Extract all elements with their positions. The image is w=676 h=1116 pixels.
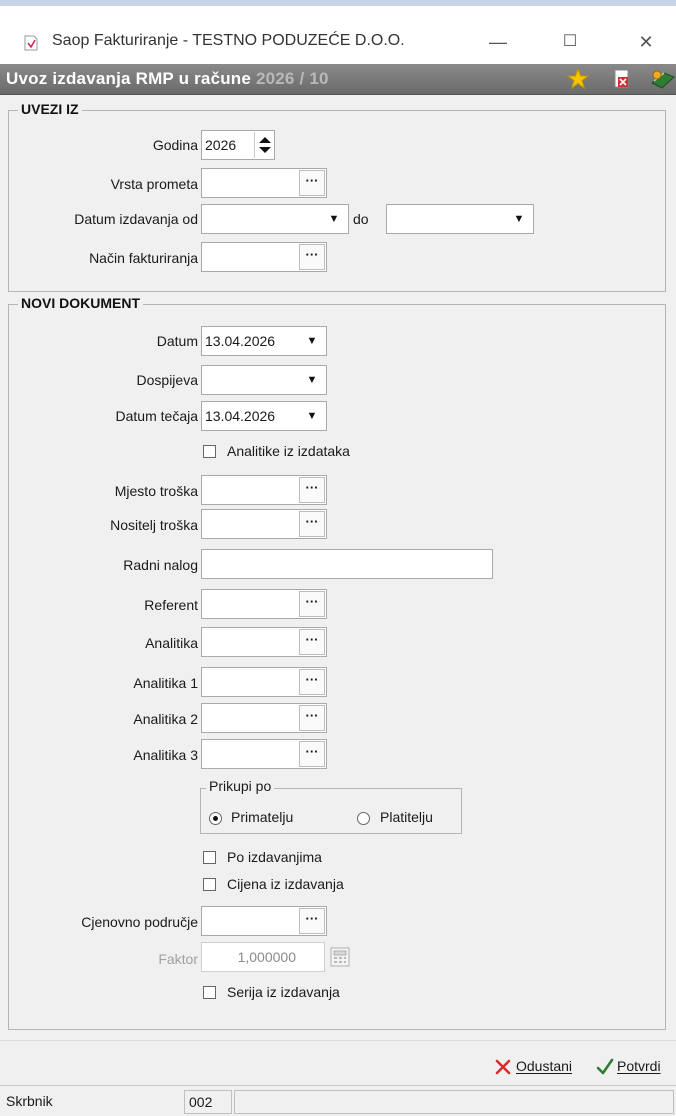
- prikupi-po-title: Prikupi po: [206, 778, 275, 794]
- analitike-checkbox[interactable]: [203, 445, 216, 458]
- datum-dropdown-icon[interactable]: ▼: [299, 328, 325, 354]
- nositelj-troska-lookup-button[interactable]: ···: [299, 511, 325, 537]
- analitike-label: Analitike iz izdataka: [227, 443, 350, 459]
- dospijeva-label: Dospijeva: [136, 372, 198, 388]
- mjesto-troska-label: Mjesto troška: [114, 483, 198, 499]
- calculator-icon[interactable]: [329, 946, 351, 968]
- datum-tecaja-label: Datum tečaja: [115, 408, 198, 424]
- novi-dokument-title: NOVI DOKUMENT: [18, 295, 143, 311]
- form-title: Uvoz izdavanja RMP u račune 2026 / 10: [6, 69, 329, 89]
- serija-checkbox[interactable]: [203, 986, 216, 999]
- cijena-checkbox[interactable]: [203, 878, 216, 891]
- vrsta-prometa-label: Vrsta prometa: [110, 176, 198, 192]
- form-title-main: Uvoz izdavanja RMP u račune: [6, 69, 256, 88]
- datum-do-dropdown-icon[interactable]: ▼: [506, 206, 532, 232]
- status-code: 002: [184, 1090, 232, 1114]
- datum-izdavanja-od-label: Datum izdavanja od: [74, 211, 198, 227]
- po-izdavanjima-checkbox[interactable]: [203, 851, 216, 864]
- analitika-lookup-button[interactable]: ···: [299, 629, 325, 655]
- primatelju-label: Primatelju: [231, 809, 294, 825]
- uvezi-iz-title: UVEZI IZ: [18, 101, 82, 117]
- godina-spinbox[interactable]: 2026: [201, 130, 275, 160]
- form-title-faded: 2026 / 10: [255, 69, 329, 88]
- analitika2-label: Analitika 2: [133, 711, 198, 727]
- analitika1-label: Analitika 1: [133, 675, 198, 691]
- book-export-icon[interactable]: [650, 67, 676, 91]
- status-info: [234, 1090, 674, 1114]
- potvrdi-label: Potvrdi: [617, 1058, 661, 1074]
- radni-nalog-field[interactable]: [201, 549, 493, 579]
- nacin-fakturiranja-lookup-button[interactable]: ···: [299, 244, 325, 270]
- window-titlebar: Saop Fakturiranje - TESTNO PODUZEĆE D.O.…: [0, 0, 676, 64]
- nositelj-troska-label: Nositelj troška: [110, 517, 198, 533]
- status-bar: Skrbnik 002: [0, 1085, 676, 1116]
- serija-label: Serija iz izdavanja: [227, 984, 340, 1000]
- confirm-check-icon: [596, 1058, 614, 1075]
- godina-label: Godina: [152, 137, 198, 153]
- datum-tecaja-dropdown-icon[interactable]: ▼: [299, 403, 325, 429]
- analitika1-lookup-button[interactable]: ···: [299, 669, 325, 695]
- analitika2-lookup-button[interactable]: ···: [299, 705, 325, 731]
- button-bar-separator: [0, 1040, 676, 1041]
- favorite-star-icon[interactable]: [567, 68, 589, 90]
- datum-value: 13.04.2026: [205, 333, 276, 349]
- delete-document-icon[interactable]: [612, 69, 632, 89]
- radni-nalog-label: Radni nalog: [123, 557, 198, 573]
- datum-izdavanja-do-label: do: [353, 211, 369, 227]
- cancel-x-icon: [495, 1059, 511, 1075]
- analitika3-lookup-button[interactable]: ···: [299, 741, 325, 767]
- cjenovno-lookup-button[interactable]: ···: [299, 908, 325, 934]
- referent-lookup-button[interactable]: ···: [299, 591, 325, 617]
- cijena-label: Cijena iz izdavanja: [227, 876, 344, 892]
- maximize-icon[interactable]: ☐: [558, 30, 582, 54]
- cjenovno-label: Cjenovno područje: [81, 914, 198, 930]
- analitika-label: Analitika: [145, 635, 198, 651]
- analitika3-label: Analitika 3: [133, 747, 198, 763]
- datum-od-dropdown-icon[interactable]: ▼: [321, 206, 347, 232]
- form-header: Uvoz izdavanja RMP u račune 2026 / 10: [0, 64, 676, 95]
- faktor-field[interactable]: 1,000000: [201, 942, 325, 972]
- status-user: Skrbnik: [6, 1093, 53, 1109]
- faktor-label: Faktor: [158, 951, 198, 967]
- godina-value: 2026: [205, 137, 237, 153]
- close-icon[interactable]: ✕: [634, 30, 658, 54]
- mjesto-troska-lookup-button[interactable]: ···: [299, 477, 325, 503]
- datum-label: Datum: [156, 333, 198, 349]
- referent-label: Referent: [144, 597, 198, 613]
- po-izdavanjima-label: Po izdavanjima: [227, 849, 322, 865]
- minimize-icon[interactable]: —: [486, 30, 510, 54]
- datum-tecaja-value: 13.04.2026: [205, 408, 276, 424]
- faktor-value: 1,000000: [237, 949, 296, 965]
- primatelju-radio[interactable]: [209, 812, 222, 825]
- nacin-fakturiranja-label: Način fakturiranja: [89, 250, 198, 266]
- platitelju-label: Platitelju: [380, 809, 433, 825]
- platitelju-radio[interactable]: [357, 812, 370, 825]
- godina-spin-buttons[interactable]: [254, 132, 274, 158]
- dospijeva-dropdown-icon[interactable]: ▼: [299, 367, 325, 393]
- vrsta-prometa-lookup-button[interactable]: ···: [299, 170, 325, 196]
- odustani-label: Odustani: [516, 1058, 573, 1074]
- window-title: Saop Fakturiranje - TESTNO PODUZEĆE D.O.…: [52, 32, 405, 49]
- app-icon: [24, 35, 38, 51]
